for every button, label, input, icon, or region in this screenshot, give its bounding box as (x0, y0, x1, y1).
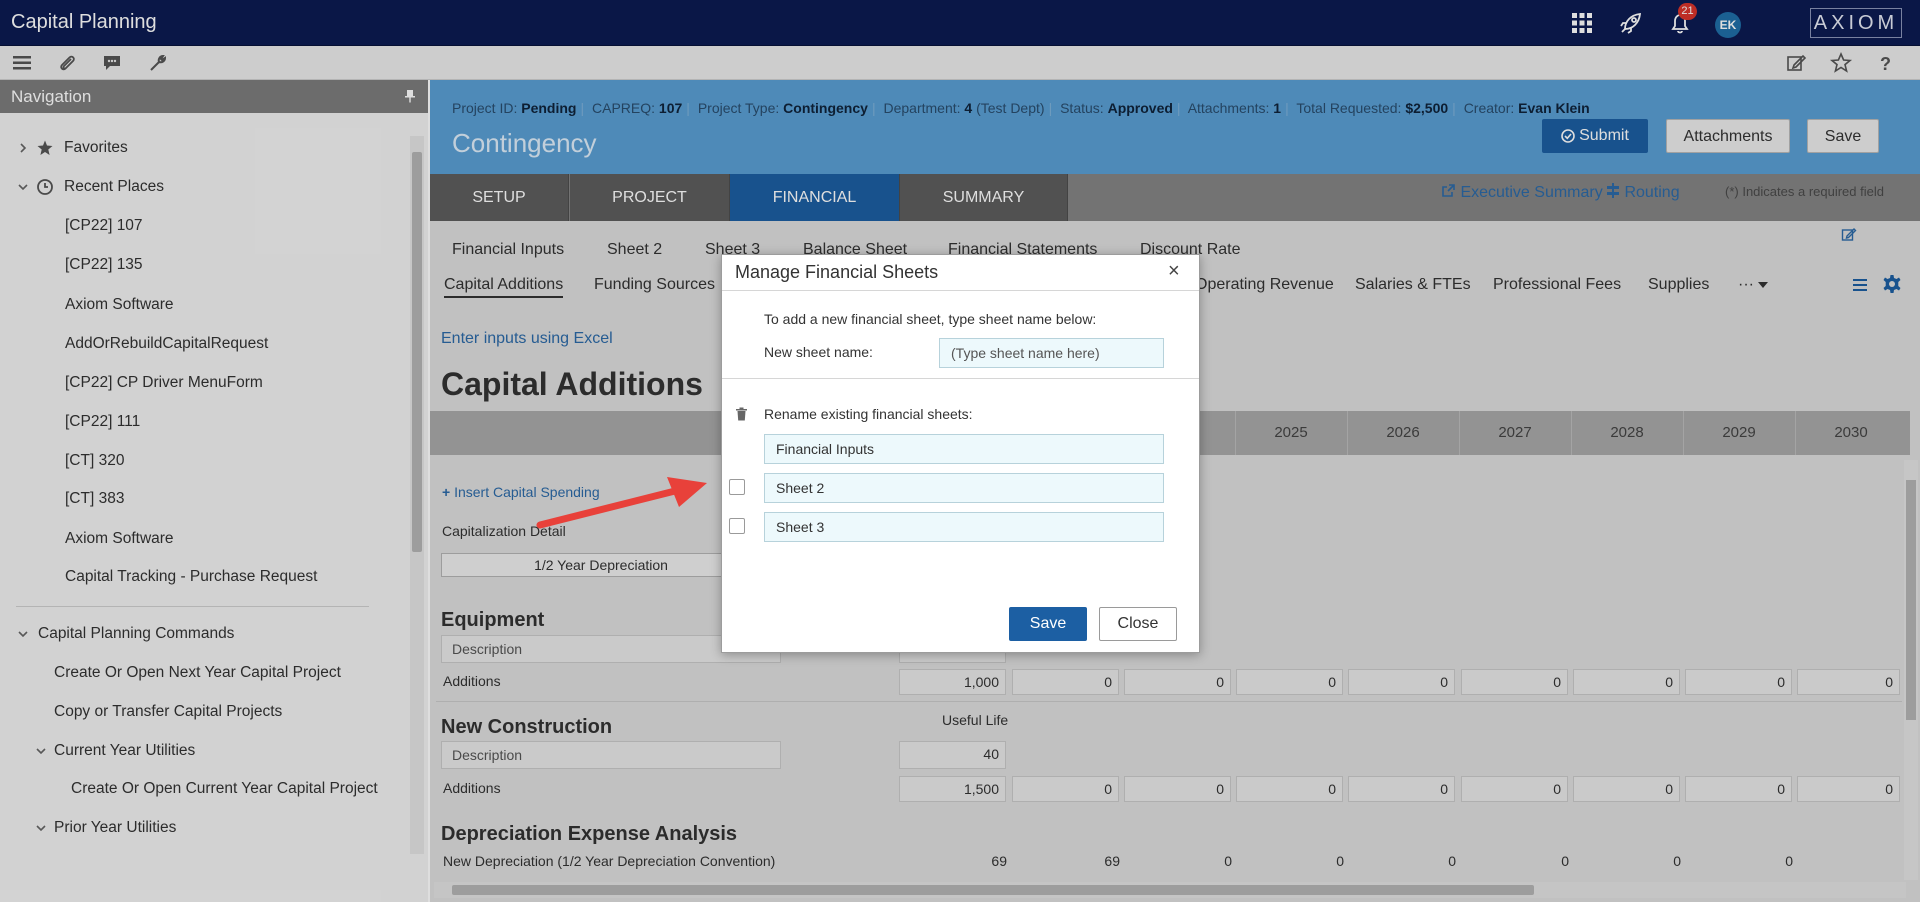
sheet-name-field-financial-inputs[interactable]: Financial Inputs (764, 434, 1164, 464)
close-icon[interactable]: × (1168, 260, 1180, 283)
annotation-arrow-icon (535, 475, 715, 535)
sheet-name-field-sheet-2[interactable]: Sheet 2 (764, 473, 1164, 503)
divider (722, 290, 1199, 291)
add-sheet-instruction: To add a new financial sheet, type sheet… (764, 311, 1097, 327)
dialog-save-button[interactable]: Save (1009, 607, 1087, 641)
sheet-2-checkbox[interactable] (729, 479, 745, 495)
sheet-3-checkbox[interactable] (729, 518, 745, 534)
trash-icon (735, 407, 748, 421)
divider (722, 378, 1199, 379)
rename-sheets-label: Rename existing financial sheets: (764, 406, 973, 422)
new-sheet-name-input[interactable]: (Type sheet name here) (939, 338, 1164, 368)
dialog-close-button[interactable]: Close (1099, 607, 1177, 641)
new-sheet-label: New sheet name: (764, 344, 873, 360)
dialog-title: Manage Financial Sheets (735, 262, 939, 282)
sheet-name-field-sheet-3[interactable]: Sheet 3 (764, 512, 1164, 542)
